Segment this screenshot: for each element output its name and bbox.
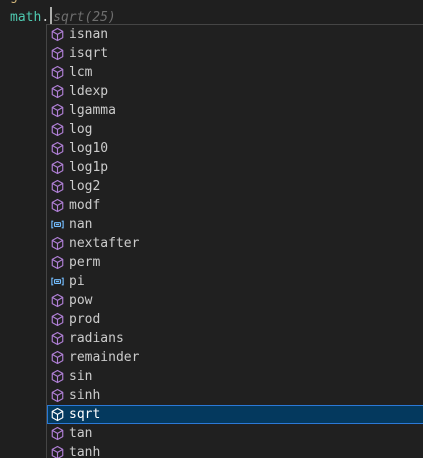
suggestion-label: log1p: [69, 160, 109, 175]
suggestion-item-isnan[interactable]: isnan: [47, 25, 423, 44]
autocomplete-suggestion-list[interactable]: isnan isqrt lcm ldexp lgamma log log10 log1p log…: [46, 24, 423, 458]
suggestion-label: perm: [69, 255, 101, 270]
method-icon: [50, 293, 65, 308]
suggestion-item-pi[interactable]: pi: [47, 272, 423, 291]
method-icon: [50, 331, 65, 346]
method-icon: [50, 426, 65, 441]
suggestion-item-log1p[interactable]: log1p: [47, 158, 423, 177]
suggestion-label: log2: [69, 179, 101, 194]
variable-icon: [50, 217, 65, 232]
method-icon: [50, 445, 65, 458]
suggestion-item-sqrt[interactable]: sqrt: [47, 405, 423, 424]
method-icon: [50, 312, 65, 327]
method-icon: [50, 388, 65, 403]
suggestion-label: ldexp: [69, 84, 109, 99]
suggestion-item-prod[interactable]: prod: [47, 310, 423, 329]
suggestion-label: nextafter: [69, 236, 140, 251]
suggestion-item-log10[interactable]: log10: [47, 139, 423, 158]
suggestion-label: pow: [69, 293, 93, 308]
suggestion-item-remainder[interactable]: remainder: [47, 348, 423, 367]
suggestion-label: lcm: [69, 65, 93, 80]
suggestion-item-sin[interactable]: sin: [47, 367, 423, 386]
method-icon: [50, 65, 65, 80]
suggestion-item-isqrt[interactable]: isqrt: [47, 44, 423, 63]
suggestion-item-lgamma[interactable]: lgamma: [47, 101, 423, 120]
method-icon: [50, 236, 65, 251]
previous-code-line: g: [10, 0, 18, 3]
suggestion-label: log: [69, 122, 93, 137]
suggestion-label: tanh: [69, 445, 101, 458]
suggestion-item-sinh[interactable]: sinh: [47, 386, 423, 405]
suggestion-item-nan[interactable]: nan: [47, 215, 423, 234]
suggestion-item-pow[interactable]: pow: [47, 291, 423, 310]
suggestion-label: isqrt: [69, 46, 109, 61]
suggestion-label: nan: [69, 217, 93, 232]
inline-suggestion-ghost-text: sqrt(25): [53, 10, 116, 25]
method-icon: [50, 350, 65, 365]
suggestion-label: prod: [69, 312, 101, 327]
method-icon: [50, 369, 65, 384]
suggestion-label: sin: [69, 369, 93, 384]
method-icon: [50, 84, 65, 99]
suggestion-item-nextafter[interactable]: nextafter: [47, 234, 423, 253]
method-icon: [50, 27, 65, 42]
method-icon: [50, 179, 65, 194]
suggestion-label: radians: [69, 331, 124, 346]
method-icon: [50, 103, 65, 118]
method-icon: [50, 46, 65, 61]
variable-icon: [50, 274, 65, 289]
suggestion-label: isnan: [69, 27, 109, 42]
suggestion-item-ldexp[interactable]: ldexp: [47, 82, 423, 101]
module-identifier: math: [10, 10, 42, 25]
method-icon: [50, 141, 65, 156]
method-icon: [50, 255, 65, 270]
suggestion-item-radians[interactable]: radians: [47, 329, 423, 348]
suggestion-label: pi: [69, 274, 85, 289]
suggestion-label: lgamma: [69, 103, 116, 118]
member-access-dot: .: [41, 10, 50, 25]
method-icon: [50, 122, 65, 137]
suggestion-label: tan: [69, 426, 93, 441]
suggestion-item-tanh[interactable]: tanh: [47, 443, 423, 458]
suggestion-label: sinh: [69, 388, 101, 403]
code-editor[interactable]: g math.sqrt(25) isnan isqrt lcm ldexp lgamma…: [0, 0, 423, 458]
suggestion-label: sqrt: [69, 407, 101, 422]
method-icon: [50, 407, 65, 422]
suggestion-label: log10: [69, 141, 109, 156]
suggestion-item-log2[interactable]: log2: [47, 177, 423, 196]
suggestion-item-tan[interactable]: tan: [47, 424, 423, 443]
suggestion-item-modf[interactable]: modf: [47, 196, 423, 215]
suggestion-item-log[interactable]: log: [47, 120, 423, 139]
suggestion-label: remainder: [69, 350, 140, 365]
suggestion-item-perm[interactable]: perm: [47, 253, 423, 272]
suggestion-label: modf: [69, 198, 101, 213]
suggestion-item-lcm[interactable]: lcm: [47, 63, 423, 82]
method-icon: [50, 160, 65, 175]
method-icon: [50, 198, 65, 213]
